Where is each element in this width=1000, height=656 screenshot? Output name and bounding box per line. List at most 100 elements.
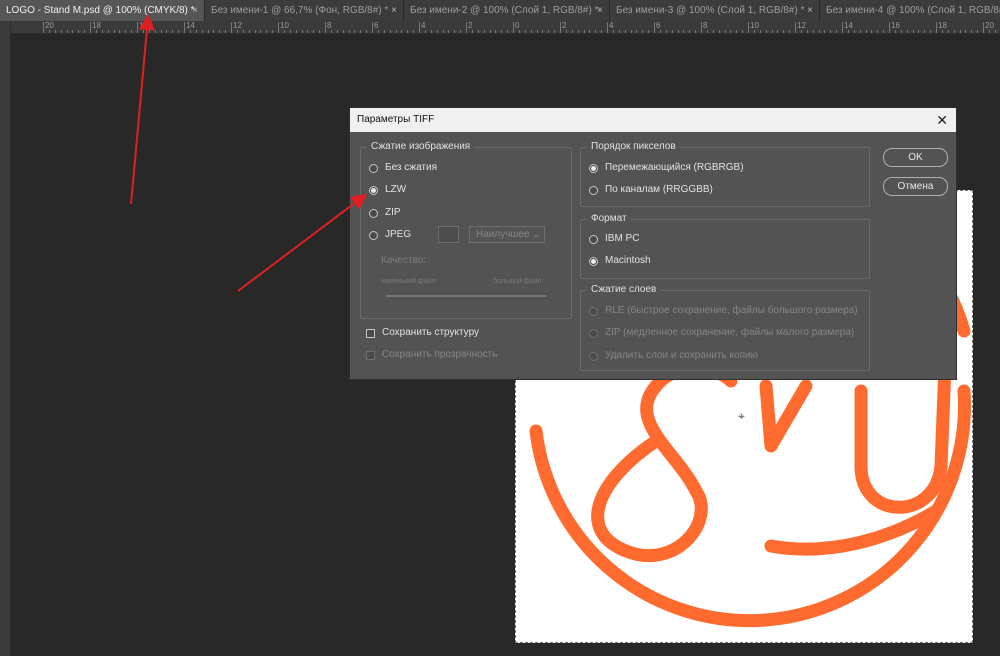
radio-selected-icon[interactable] <box>589 256 598 266</box>
radio-icon[interactable] <box>369 230 378 240</box>
radio-layer-rle[interactable]: RLE (быстрое сохранение, файлы большого … <box>589 303 858 319</box>
tab-untitled-3[interactable]: Без имени-3 @ 100% (Слой 1, RGB/8#) * × <box>610 0 820 21</box>
checkbox-save-pyramid[interactable]: Сохранить структуру <box>366 325 479 341</box>
radio-selected-icon[interactable] <box>589 163 598 173</box>
ruler-minor-tick <box>595 30 597 33</box>
horizontal-ruler[interactable]: 20181614121086420246810121416182022 <box>10 21 1000 34</box>
ruler-minor-tick <box>530 30 532 33</box>
ruler-minor-tick <box>924 30 926 33</box>
radio-macintosh[interactable]: Macintosh <box>589 253 651 269</box>
ruler-minor-tick <box>959 30 961 33</box>
radio-icon[interactable] <box>589 234 598 244</box>
ruler-minor-tick <box>283 30 285 33</box>
ruler-minor-tick <box>66 30 68 33</box>
byte-order-group: Формат IBM PC Macintosh <box>580 212 870 279</box>
ruler-major-tick <box>137 22 138 33</box>
chevron-down-icon: ⌄ <box>532 229 540 239</box>
ruler-major-tick <box>231 22 232 33</box>
radio-icon[interactable] <box>369 208 378 218</box>
ruler-minor-tick <box>777 30 779 33</box>
radio-ibm-pc[interactable]: IBM PC <box>589 231 639 247</box>
ok-button[interactable]: OK <box>883 148 948 167</box>
tab-close-icon[interactable]: × <box>597 0 603 21</box>
ruler-minor-tick <box>501 30 503 33</box>
radio-icon[interactable] <box>589 351 598 361</box>
dialog-titlebar[interactable]: Параметры TIFF ✕ <box>350 108 956 132</box>
ruler-minor-tick <box>84 30 86 33</box>
ruler-minor-tick <box>847 30 849 33</box>
ruler-minor-tick <box>113 30 115 33</box>
quality-input[interactable] <box>438 226 459 243</box>
group-legend: Сжатие изображения <box>367 140 475 154</box>
radio-interleaved[interactable]: Перемежающийся (RGBRGB) <box>589 160 744 176</box>
tab-close-icon[interactable]: × <box>391 0 397 21</box>
ruler-major-tick <box>90 22 91 33</box>
tab-close-icon[interactable]: × <box>807 0 813 21</box>
ruler-minor-tick <box>765 30 767 33</box>
ruler-minor-tick <box>189 30 191 33</box>
ruler-minor-tick <box>460 30 462 33</box>
ruler-major-tick <box>43 22 44 33</box>
checkbox-label: Сохранить структуру <box>382 327 480 338</box>
ruler-minor-tick <box>859 30 861 33</box>
ruler-major-tick <box>419 22 420 33</box>
ruler-minor-tick <box>554 30 556 33</box>
logo-v-shape <box>759 379 813 453</box>
tab-untitled-4[interactable]: Без имени-4 @ 100% (Слой 1, RGB/8#) * <box>820 0 1000 21</box>
ruler-major-tick <box>560 22 561 33</box>
ruler-minor-tick <box>160 30 162 33</box>
ruler-minor-tick <box>571 30 573 33</box>
option-label: LZW <box>385 184 407 195</box>
radio-lzw[interactable]: LZW <box>369 182 406 198</box>
radio-layer-discard[interactable]: Удалить слои и сохранить копию <box>589 348 758 364</box>
quality-label: Качество: <box>381 255 427 266</box>
vertical-ruler[interactable] <box>0 21 11 656</box>
ruler-major-tick <box>983 22 984 33</box>
radio-icon[interactable] <box>589 185 598 195</box>
ruler-minor-tick <box>753 30 755 33</box>
radio-no-compression[interactable]: Без сжатия <box>369 160 437 176</box>
tab-untitled-1[interactable]: Без имени-1 @ 66,7% (Фон, RGB/8#) * × <box>205 0 404 21</box>
ruler-minor-tick <box>430 30 432 33</box>
close-icon[interactable]: ✕ <box>936 108 948 132</box>
radio-per-channel[interactable]: По каналам (RRGGBB) <box>589 182 713 198</box>
ruler-minor-tick <box>894 30 896 33</box>
radio-icon[interactable] <box>589 306 598 316</box>
ruler-minor-tick <box>900 30 902 33</box>
ruler-major-tick <box>936 22 937 33</box>
ruler-minor-tick <box>583 30 585 33</box>
ruler-minor-tick <box>718 30 720 33</box>
cancel-button[interactable]: Отмена <box>883 177 948 196</box>
ruler-minor-tick <box>236 30 238 33</box>
ruler-minor-tick <box>947 30 949 33</box>
ruler-minor-tick <box>712 30 714 33</box>
quality-select[interactable]: Наилучшее ⌄ <box>469 226 545 243</box>
checkbox-save-transparency[interactable]: Сохранить прозрачность <box>366 347 497 363</box>
checkbox-icon[interactable] <box>366 328 375 338</box>
quality-slider[interactable] <box>386 295 546 297</box>
tab-close-icon[interactable]: × <box>192 0 198 21</box>
radio-icon[interactable] <box>589 328 598 338</box>
tab-logo-stand[interactable]: LOGO - Stand M.psd @ 100% (CMYK/8) * × <box>0 0 205 21</box>
radio-jpeg[interactable]: JPEG <box>369 227 411 243</box>
ruler-minor-tick <box>213 30 215 33</box>
ruler-minor-tick <box>448 30 450 33</box>
checkbox-icon[interactable] <box>366 350 375 360</box>
option-label: ZIP (медленное сохранение, файлы малого … <box>605 327 855 338</box>
radio-selected-icon[interactable] <box>369 185 378 195</box>
dialog-title: Параметры TIFF <box>357 114 435 125</box>
radio-layer-zip[interactable]: ZIP (медленное сохранение, файлы малого … <box>589 325 854 341</box>
ruler-minor-tick <box>489 30 491 33</box>
small-file-label: маленький файл <box>381 278 436 285</box>
ruler-major-tick <box>795 22 796 33</box>
layer-compression-group: Сжатие слоев RLE (быстрое сохранение, фа… <box>580 283 870 371</box>
tiff-options-dialog: Параметры TIFF ✕ Сжатие изображения Без … <box>349 107 957 380</box>
tab-untitled-2[interactable]: Без имени-2 @ 100% (Слой 1, RGB/8#) * × <box>404 0 610 21</box>
radio-icon[interactable] <box>369 163 378 173</box>
ruler-minor-tick <box>54 30 56 33</box>
ruler-minor-tick <box>877 30 879 33</box>
quality-select-value: Наилучшее <box>476 229 530 240</box>
ruler-minor-tick <box>742 30 744 33</box>
radio-zip[interactable]: ZIP <box>369 205 401 221</box>
arrow-to-lzw <box>237 193 368 292</box>
